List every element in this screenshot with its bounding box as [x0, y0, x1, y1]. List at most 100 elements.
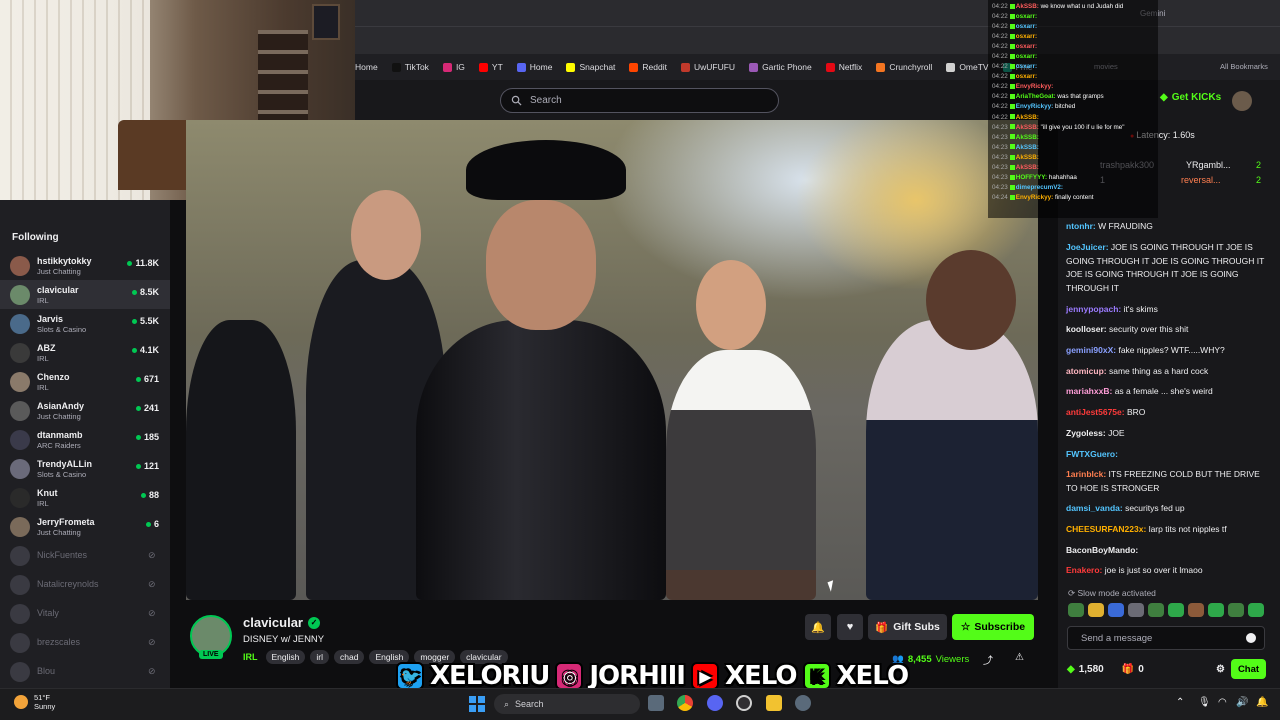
chat-username[interactable]: mariahxxB:: [1066, 386, 1112, 396]
all-bookmarks[interactable]: All Bookmarks: [1220, 62, 1268, 71]
video-player[interactable]: [186, 120, 1038, 600]
bookmark-item[interactable]: YT: [478, 62, 503, 72]
gift-subs-button[interactable]: 🎁 Gift Subs: [868, 614, 947, 640]
streamer-name[interactable]: clavicular: [243, 615, 303, 630]
microphone-icon[interactable]: 🎙: [1198, 697, 1211, 708]
sidebar-channel[interactable]: Chenzo IRL 671: [0, 367, 170, 396]
chat-username[interactable]: atomicup:: [1066, 366, 1107, 376]
task-view-icon[interactable]: [648, 695, 664, 711]
sidebar-channel[interactable]: hstikkytokky Just Chatting 11.8K: [0, 251, 170, 280]
settings-gear-icon[interactable]: ⚙: [1216, 664, 1225, 675]
chat-username[interactable]: 1arinblck:: [1066, 469, 1106, 479]
chat-message: JoeJuicer: JOE IS GOING THROUGH IT JOE I…: [1066, 241, 1272, 295]
obs-icon[interactable]: [736, 695, 752, 711]
taskbar-search[interactable]: ⌕ Search: [494, 694, 640, 714]
bookmark-item[interactable]: Home: [355, 62, 378, 72]
discord-icon[interactable]: [707, 695, 723, 711]
channel-avatar: [10, 313, 30, 334]
stream-category[interactable]: IRL: [243, 652, 258, 662]
chat-input[interactable]: Send a message: [1067, 626, 1265, 650]
sidebar-channel[interactable]: dtanmamb ARC Raiders 185: [0, 425, 170, 454]
chat-username[interactable]: antiJest5675e:: [1066, 407, 1125, 417]
sidebar-channel[interactable]: JerryFrometa Just Chatting 6: [0, 512, 170, 541]
tag[interactable]: irl: [310, 650, 329, 664]
follow-button[interactable]: ♥: [837, 614, 863, 640]
chat-username[interactable]: ntonhr:: [1066, 221, 1096, 231]
sidebar-channel[interactable]: Vitaly ⊘: [0, 599, 170, 628]
chat-username[interactable]: gemini90xX:: [1066, 345, 1116, 355]
sidebar-channel[interactable]: Natalicreynolds ⊘: [0, 570, 170, 599]
sidebar-channel[interactable]: ABZ IRL 4.1K: [0, 338, 170, 367]
emote-bar[interactable]: [1068, 603, 1264, 617]
bookmark-item[interactable]: Netflix: [825, 62, 862, 72]
file-explorer-icon[interactable]: [766, 695, 782, 711]
badge-icon: [1009, 84, 1015, 90]
badge-icon: [1009, 44, 1015, 50]
chat-username[interactable]: JoeJuicer:: [1066, 242, 1109, 252]
windows-start-icon[interactable]: [469, 696, 485, 712]
volume-icon[interactable]: 🔊: [1236, 697, 1248, 708]
chat-username[interactable]: damsi_vanda:: [1066, 503, 1123, 513]
sidebar-channel[interactable]: Blou ⊘: [0, 657, 170, 686]
sidebar-channel[interactable]: clavicular IRL 8.5K: [0, 280, 170, 309]
gift-box-icon[interactable]: 🎁: [1122, 664, 1134, 675]
sidebar-channel[interactable]: Knut IRL 88: [0, 483, 170, 512]
sidebar-channel[interactable]: TrendyALLin Slots & Casino 121: [0, 454, 170, 483]
bookmark-item[interactable]: Home: [516, 62, 552, 72]
channel-avatar: [10, 371, 30, 392]
share-icon[interactable]: ⤴: [983, 652, 993, 667]
report-icon[interactable]: ⚠: [1015, 652, 1024, 663]
chat-username[interactable]: Enakero:: [1066, 565, 1102, 575]
chat-send-button[interactable]: Chat: [1231, 659, 1266, 679]
bookmark-item[interactable]: IG: [442, 62, 465, 72]
bookmark-item[interactable]: UwUFUFU: [680, 62, 735, 72]
chat-username[interactable]: Zygoless:: [1066, 428, 1106, 438]
notification-icon[interactable]: 🔔: [1256, 697, 1268, 708]
sidebar-channel[interactable]: NickFuentes ⊘: [0, 541, 170, 570]
chrome-icon[interactable]: [677, 695, 693, 711]
sidebar-channel[interactable]: AsianAndy Just Chatting 241: [0, 396, 170, 425]
bookmark-item[interactable]: Crunchyroll: [876, 62, 932, 72]
settings-icon[interactable]: [795, 695, 811, 711]
chat-username[interactable]: koolloser:: [1066, 324, 1107, 334]
channel-name: Blou: [37, 666, 56, 676]
tray-chevron-icon[interactable]: ⌃: [1176, 697, 1184, 708]
stream-title: DISNEY w/ JENNY: [243, 634, 325, 645]
bookmark-item[interactable]: OmeTV: [946, 62, 989, 72]
bookmark-item[interactable]: TikTok: [391, 62, 429, 72]
channel-viewers: 121: [136, 461, 159, 471]
weather-widget[interactable]: 51°F Sunny: [14, 693, 55, 711]
streamer-name-row[interactable]: clavicular ✓: [243, 615, 320, 630]
verified-icon: ✓: [308, 616, 320, 629]
sidebar-channel[interactable]: Jarvis Slots & Casino 5.5K: [0, 309, 170, 338]
bell-icon: 🔔: [811, 621, 825, 634]
gift-count: 0: [1138, 663, 1144, 675]
wifi-icon[interactable]: ◠: [1218, 697, 1227, 708]
chat-text: larp tits not nipples tf: [1148, 524, 1227, 534]
chat-username[interactable]: jennypopach:: [1066, 304, 1121, 314]
taskbar: [0, 688, 1280, 720]
bookmark-item[interactable]: Gartic Phone: [749, 62, 812, 72]
user-avatar[interactable]: [1232, 91, 1252, 111]
sidebar-channel[interactable]: brezscales ⊘: [0, 628, 170, 657]
notification-bell-button[interactable]: 🔔: [805, 614, 831, 640]
channel-name: JerryFrometa: [37, 516, 95, 527]
badge-icon: [1009, 23, 1015, 29]
bookmark-item[interactable]: Snapchat: [566, 62, 615, 72]
kicks-icon: ◆: [1067, 663, 1075, 675]
chat-username[interactable]: FWTXGuero:: [1066, 449, 1118, 459]
channel-name: Knut: [37, 487, 58, 498]
overlay-chat-line: 04:22 osxarr:: [992, 43, 1038, 51]
twitter-icon: 🐦: [396, 662, 424, 690]
get-kicks-button[interactable]: ◆ Get KICKs: [1160, 92, 1221, 103]
search-input[interactable]: Search: [500, 88, 779, 113]
overlay-chat-line: 04:22 AkSSB:: [992, 113, 1039, 121]
tag[interactable]: chad: [334, 650, 365, 664]
channel-avatar: [10, 429, 30, 450]
bookmark-item[interactable]: Reddit: [629, 62, 667, 72]
emoji-icon[interactable]: [1246, 633, 1256, 643]
subscribe-button[interactable]: ☆ Subscribe: [952, 614, 1034, 640]
chat-username[interactable]: CHEESURFAN223x:: [1066, 524, 1146, 534]
chat-username[interactable]: BaconBoyMando:: [1066, 545, 1138, 555]
tag[interactable]: English: [265, 650, 306, 664]
